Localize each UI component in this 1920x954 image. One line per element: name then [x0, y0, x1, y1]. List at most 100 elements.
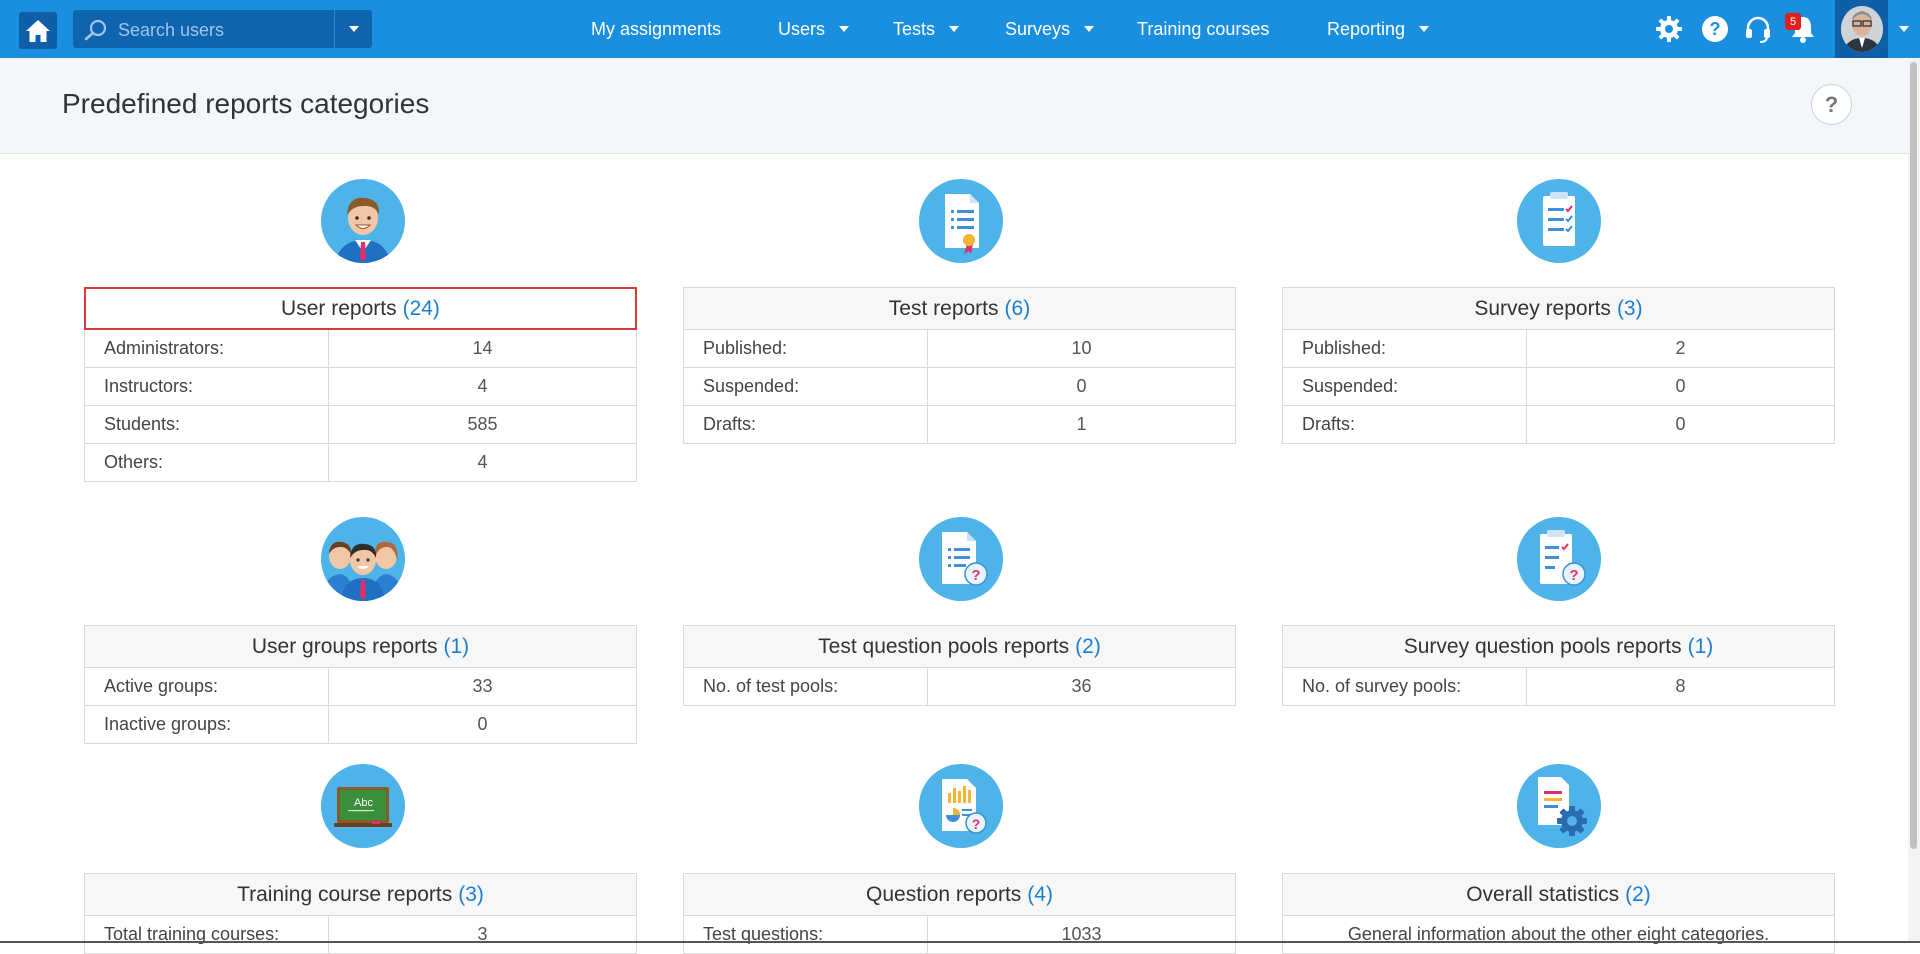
top-navigation-bar: My assignments Users Tests Surveys Train… [0, 0, 1920, 58]
search-box [73, 10, 390, 48]
vertical-scrollbar[interactable] [1908, 58, 1920, 943]
search-icon [84, 19, 107, 41]
survey-reports-header[interactable]: Survey reports (3) [1282, 287, 1835, 330]
profile-chevron-down-icon[interactable] [1899, 26, 1909, 32]
test-question-pool-icon: ? [919, 517, 1003, 601]
user-reports-card: User reports (24) Administrators: 14 Inst… [84, 287, 637, 482]
scrollbar-thumb[interactable] [1910, 62, 1917, 849]
table-row: Suspended: 0 [683, 368, 1236, 406]
category-count: (1) [1687, 634, 1714, 658]
chalkboard-text: Abc [354, 797, 373, 809]
category-title: User groups reports [251, 634, 438, 658]
nav-label: Reporting [1327, 18, 1406, 39]
user-groups-reports-header[interactable]: User groups reports (1) [84, 625, 637, 668]
question-reports-header[interactable]: Question reports (4) [683, 873, 1236, 916]
row-value: 8 [1675, 676, 1686, 696]
chevron-down-icon [1419, 26, 1430, 32]
user-reports-header[interactable]: User reports (24) [84, 287, 637, 330]
table-row: Inactive groups: 0 [84, 706, 637, 744]
test-question-pools-reports-header[interactable]: Test question pools reports (2) [683, 625, 1236, 668]
statistics-gear-icon [1517, 764, 1601, 848]
user-icon [321, 179, 405, 263]
row-label: Others: [85, 444, 329, 481]
page-help-button[interactable]: ? [1811, 84, 1852, 125]
nav-label: Tests [893, 18, 936, 39]
profile-button[interactable] [1835, 0, 1888, 58]
row-label: Administrators: [85, 330, 329, 367]
chevron-down-icon [839, 26, 850, 32]
row-label: Inactive groups: [85, 706, 329, 743]
test-question-pools-reports-card: Test question pools reports (2) No. of t… [683, 625, 1236, 706]
category-title: Survey question pools reports [1403, 634, 1682, 658]
survey-question-pools-reports-card: Survey question pools reports (1) No. of… [1282, 625, 1835, 706]
svg-text:?: ? [971, 567, 980, 584]
category-count: (4) [1027, 882, 1053, 906]
table-row: No. of test pools: 36 [683, 668, 1236, 706]
table-row: Total training courses: 3 [84, 916, 637, 954]
notification-count-badge: 5 [1785, 13, 1801, 30]
survey-question-pool-icon: ? [1517, 517, 1601, 601]
table-row: Suspended: 0 [1282, 368, 1835, 406]
support-button[interactable] [1742, 13, 1774, 45]
nav-training-courses[interactable]: Training courses [1137, 0, 1269, 58]
category-title: Test question pools reports [818, 634, 1070, 658]
row-label: Drafts: [1283, 406, 1527, 443]
survey-question-pools-reports-header[interactable]: Survey question pools reports (1) [1282, 625, 1835, 668]
row-value: 0 [1675, 376, 1686, 396]
training-course-reports-header[interactable]: Training course reports (3) [84, 873, 637, 916]
headset-icon [1746, 16, 1770, 43]
nav-tests[interactable]: Tests [893, 0, 960, 58]
row-label: No. of survey pools: [1283, 668, 1527, 705]
category-count: (6) [1004, 296, 1031, 320]
row-label: Drafts: [684, 406, 928, 443]
table-row: Drafts: 1 [683, 406, 1236, 444]
row-value: 1 [1076, 414, 1087, 434]
row-label: Instructors: [85, 368, 329, 405]
settings-button[interactable] [1653, 13, 1685, 45]
nav-label: Surveys [1005, 18, 1071, 39]
nav-label: Users [778, 18, 826, 39]
overall-statistics-header[interactable]: Overall statistics (2) [1282, 873, 1835, 916]
search-dropdown-button[interactable] [335, 10, 372, 48]
row-label: Suspended: [684, 368, 928, 405]
row-value: 0 [1076, 376, 1087, 396]
nav-surveys[interactable]: Surveys [1005, 0, 1095, 58]
test-reports-card: Test reports (6) Published: 10 Suspended:… [683, 287, 1236, 444]
nav-my-assignments[interactable]: My assignments [591, 0, 721, 58]
test-reports-header[interactable]: Test reports (6) [683, 287, 1236, 330]
row-label: Suspended: [1283, 368, 1527, 405]
table-row: Others: 4 [84, 444, 637, 482]
row-value: 10 [1071, 338, 1092, 358]
page-title: Predefined reports categories [62, 88, 430, 119]
question-chart-icon: ? [919, 764, 1003, 848]
nav-users[interactable]: Users [778, 0, 850, 58]
table-row: Instructors: 4 [84, 368, 637, 406]
page-header: Predefined reports categories ? [0, 58, 1920, 154]
nav-reporting[interactable]: Reporting [1327, 0, 1430, 58]
svg-text:?: ? [972, 816, 981, 832]
help-button[interactable]: ? [1699, 13, 1731, 45]
home-button[interactable] [19, 12, 57, 49]
row-value: 33 [472, 676, 493, 696]
row-value: 4 [477, 452, 488, 472]
chevron-down-icon [348, 26, 359, 32]
row-value: 2 [1675, 338, 1686, 358]
svg-text:?: ? [1710, 19, 1721, 39]
table-row: Administrators: 14 [84, 330, 637, 368]
table-row: No. of survey pools: 8 [1282, 668, 1835, 706]
row-value: 0 [477, 714, 488, 734]
row-value: 0 [1675, 414, 1686, 434]
user-group-icon [321, 517, 405, 601]
category-count: (24) [402, 296, 440, 320]
category-count: (2) [1625, 882, 1651, 906]
category-description: General information about the other eigh… [1282, 916, 1835, 954]
row-label: No. of test pools: [684, 668, 928, 705]
category-count: (2) [1075, 634, 1101, 658]
table-row: Students: 585 [84, 406, 637, 444]
row-value: 3 [477, 924, 488, 944]
row-value: 1033 [1061, 924, 1102, 944]
chalkboard-icon: Abc [321, 764, 405, 848]
question-icon: ? [1702, 16, 1728, 42]
category-count: (3) [1616, 296, 1643, 320]
category-count: (3) [458, 882, 484, 906]
